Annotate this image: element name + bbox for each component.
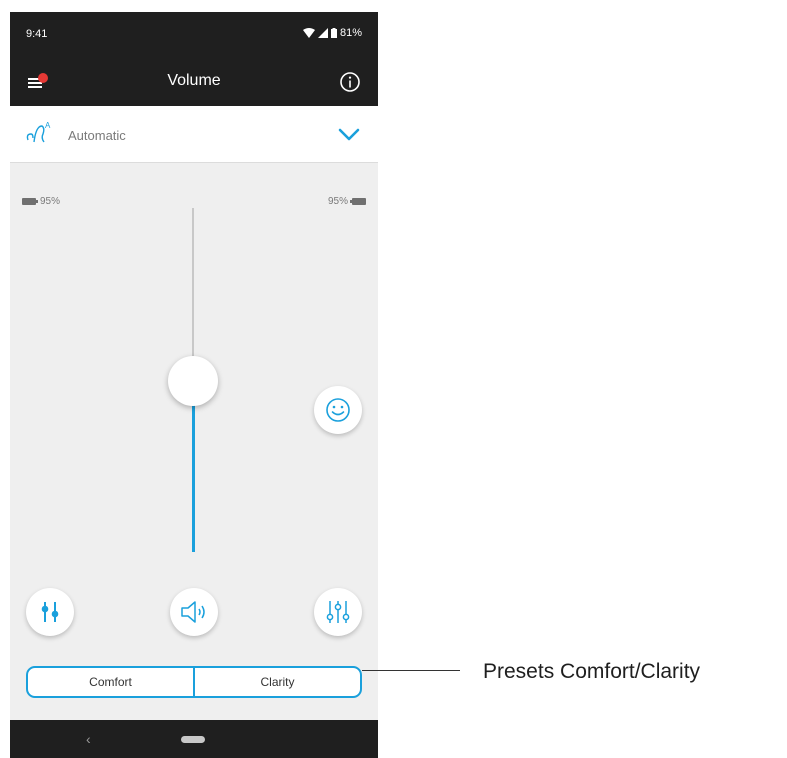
chevron-down-icon[interactable] — [338, 126, 360, 142]
page-title: Volume — [167, 72, 221, 89]
status-bar: 9:41 81% — [10, 12, 378, 58]
program-selector[interactable]: A Automatic — [10, 106, 378, 163]
info-icon — [340, 72, 360, 92]
annotation-leader-line — [362, 670, 460, 671]
soundscape-button[interactable] — [314, 386, 362, 434]
volume-slider-thumb[interactable] — [168, 356, 218, 406]
hearing-program-icon: A — [26, 121, 51, 143]
equalizer-icon — [41, 602, 59, 622]
right-battery-percent: 95% — [327, 196, 348, 207]
right-device-battery: 95% — [328, 196, 366, 207]
battery-left-icon — [22, 198, 38, 205]
status-time: 9:41 — [26, 28, 48, 40]
speaker-icon — [181, 601, 205, 623]
preset-comfort-button[interactable]: Comfort — [28, 668, 193, 696]
speaker-button[interactable] — [170, 588, 218, 636]
annotation-label: Presets Comfort/Clarity — [483, 660, 701, 683]
mixer-icon — [326, 601, 350, 623]
left-battery-percent: 95% — [40, 196, 61, 207]
phone-screen: 9:41 81% Volume A Automatic 95% 95% Comf… — [10, 12, 378, 758]
app-bar: Volume — [10, 58, 378, 106]
smiley-icon — [326, 398, 350, 422]
battery-right-icon — [350, 198, 366, 205]
preset-toggle: Comfort Clarity — [26, 666, 362, 698]
mixer-button[interactable] — [314, 588, 362, 636]
signal-icon — [317, 28, 328, 38]
back-icon[interactable]: ‹ — [86, 731, 91, 747]
status-system-icons: 81% — [302, 27, 362, 39]
left-device-battery: 95% — [22, 196, 60, 207]
home-pill-icon[interactable] — [181, 736, 205, 743]
volume-track-active — [192, 404, 195, 552]
volume-track-inactive — [192, 208, 194, 378]
svg-text:A: A — [45, 121, 51, 130]
system-nav-bar: ‹ — [10, 720, 378, 758]
info-button[interactable] — [338, 70, 362, 94]
equalizer-button[interactable] — [26, 588, 74, 636]
wifi-icon — [302, 28, 315, 38]
program-label: Automatic — [68, 128, 126, 143]
battery-icon — [330, 28, 337, 38]
preset-clarity-button[interactable]: Clarity — [193, 668, 360, 696]
battery-percent: 81% — [339, 27, 362, 39]
